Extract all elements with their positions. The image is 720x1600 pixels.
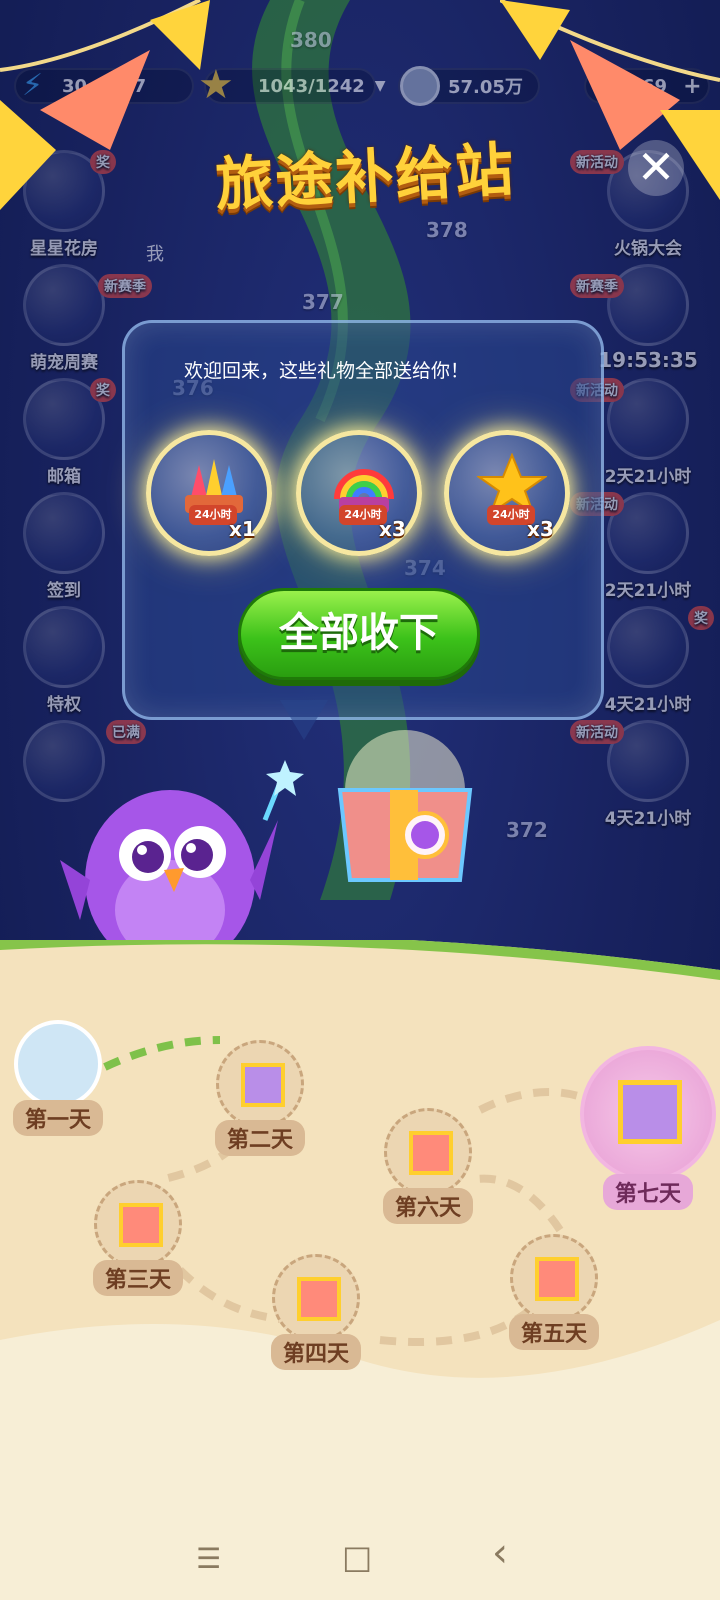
side-badge: 奖 xyxy=(90,378,116,402)
side-item-timer: 2天21小时 xyxy=(604,467,692,487)
side-item-event-owlbox[interactable]: 奖 4天21小时 xyxy=(588,606,714,720)
side-item-season[interactable]: 新赛季 19:53:35 xyxy=(570,264,708,378)
chevron-down-icon: ▼ xyxy=(374,78,386,94)
level-number: 380 xyxy=(290,28,332,52)
day-label: 第六天 xyxy=(382,1188,473,1224)
side-item-label: 邮箱 xyxy=(47,467,81,487)
day-4-node[interactable]: 第四天 xyxy=(256,1254,376,1370)
day-5-node[interactable]: 第五天 xyxy=(494,1234,614,1350)
coin-icon xyxy=(400,66,440,106)
day-label: 第二天 xyxy=(214,1120,305,1156)
day-label: 第四天 xyxy=(270,1334,361,1370)
back-icon[interactable]: ‹ xyxy=(492,1530,508,1576)
side-badge: 新活动 xyxy=(570,720,624,744)
day-label: 第七天 xyxy=(602,1174,693,1210)
gift-icon xyxy=(94,1180,182,1268)
side-item-event-hen[interactable]: 新活动 4天21小时 xyxy=(570,720,708,834)
day-7-node[interactable]: 第七天 xyxy=(576,1046,720,1210)
side-item-label: 火锅大会 xyxy=(614,239,682,259)
side-badge: 已满 xyxy=(106,720,146,744)
day-6-node[interactable]: 第六天 xyxy=(368,1108,488,1224)
side-badge: 新赛季 xyxy=(570,274,624,298)
stars-count: 1043/1242 xyxy=(258,75,365,97)
level-number: 378 xyxy=(426,218,468,242)
stars-pill[interactable]: ★ 1043/1242 ▼ xyxy=(198,62,386,108)
side-badge: 奖 xyxy=(688,606,714,630)
system-nav-bar: ☰ □ ‹ xyxy=(0,1530,720,1600)
welcome-message: 欢迎回来，这些礼物全部送给你！ xyxy=(184,360,470,382)
side-item-label: 萌宠周赛 xyxy=(30,353,98,373)
fox-avatar-icon xyxy=(14,1020,102,1108)
side-item-timer: 4天21小时 xyxy=(604,809,692,829)
menu-icon[interactable]: ☰ xyxy=(196,1542,221,1575)
gift-icon xyxy=(272,1254,360,1342)
side-item-checkin[interactable]: 签到 xyxy=(16,492,112,606)
day-1-node[interactable]: 第一天 xyxy=(0,1020,118,1136)
close-button[interactable]: ✕ xyxy=(628,140,684,196)
side-item-pet-weekly[interactable]: 新赛季 萌宠周赛 xyxy=(16,264,152,378)
reward-item: 24小时 x1 xyxy=(146,430,272,556)
side-item-timer: 4天21小时 xyxy=(604,695,692,715)
reward-item: 24小时 x3 xyxy=(444,430,570,556)
reward-count: x1 xyxy=(229,517,256,541)
day-label: 第一天 xyxy=(12,1100,103,1136)
day-3-node[interactable]: 第三天 xyxy=(78,1180,198,1296)
day-label: 第五天 xyxy=(508,1314,599,1350)
reward-item: 24小时 x3 xyxy=(296,430,422,556)
level-number: 377 xyxy=(302,290,344,314)
grand-gift-icon xyxy=(580,1046,716,1182)
side-item-label: 特权 xyxy=(47,695,81,715)
reward-count: x3 xyxy=(527,517,554,541)
player-avatar-name: 我 xyxy=(146,244,164,265)
side-item-timer: 19:53:35 xyxy=(598,348,698,372)
side-item-label: 签到 xyxy=(47,581,81,601)
glowing-gift-box-icon xyxy=(337,730,473,882)
owl-box-icon xyxy=(607,606,689,688)
calendar-icon xyxy=(23,492,105,574)
right-side-menu: 新活动 火锅大会 新赛季 19:53:35 新活动 2天21小时 新活动 2天2… xyxy=(570,150,714,834)
side-item-event-chick[interactable]: 新活动 2天21小时 xyxy=(570,492,708,606)
pet-cat-icon xyxy=(23,264,105,346)
side-item-label: 星星花房 xyxy=(30,239,98,259)
gift-icon xyxy=(384,1108,472,1196)
close-icon: ✕ xyxy=(636,140,676,194)
collect-all-button[interactable]: 全部收下 xyxy=(238,588,480,680)
side-item-privilege[interactable]: 特权 xyxy=(16,606,112,720)
gift-icon xyxy=(216,1040,304,1128)
side-item-mailbox[interactable]: 奖 邮箱 xyxy=(16,378,116,492)
day-2-node[interactable]: 第二天 xyxy=(200,1040,320,1156)
compass-icon xyxy=(23,606,105,688)
home-icon[interactable]: □ xyxy=(342,1538,372,1576)
left-side-menu: 奖 星星花房 新赛季 萌宠周赛 奖 邮箱 签到 特权 已满 xyxy=(16,150,152,820)
gift-icon xyxy=(510,1234,598,1322)
day-label: 第三天 xyxy=(92,1260,183,1296)
side-badge: 新赛季 xyxy=(98,274,152,298)
side-item-timer: 2天21小时 xyxy=(604,581,692,601)
level-number: 372 xyxy=(506,818,548,842)
reward-count: x3 xyxy=(379,517,406,541)
side-item-event-owl[interactable]: 新活动 2天21小时 xyxy=(570,378,708,492)
